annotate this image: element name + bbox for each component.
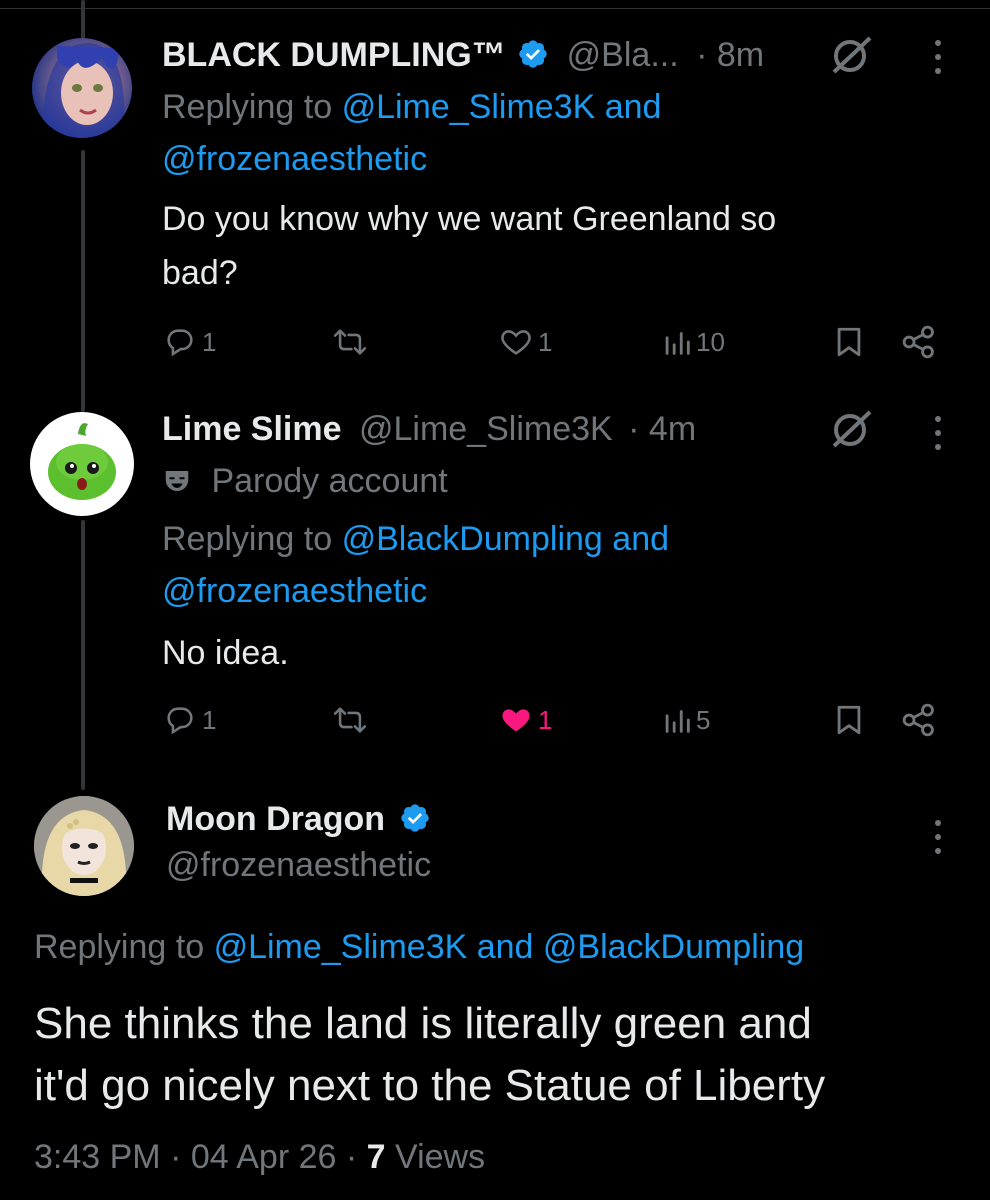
replying-to-link[interactable]: @frozenaesthetic [162,572,427,611]
more-icon[interactable] [933,40,943,80]
meta-separator: · [170,1138,191,1176]
views-count: 5 [696,704,711,735]
views-button[interactable]: 5 [662,700,710,740]
parody-badge: Parody account [162,462,448,501]
meta-separator: · [345,1138,367,1176]
retweet-icon [333,707,367,733]
avatar-image [48,423,116,500]
views-icon [665,332,690,355]
parody-mask-icon [165,471,189,491]
handle[interactable]: @frozenaesthetic [166,846,431,885]
grok-icon[interactable] [830,410,874,450]
tweet-text: it'd go nicely next to the Statue of Lib… [34,1061,826,1110]
display-name[interactable]: Moon Dragon [166,800,385,838]
tweet-text: She thinks the land is literally green a… [34,999,812,1048]
reply-icon [167,329,193,357]
thread-line [81,150,85,412]
more-icon[interactable] [933,820,943,860]
parody-label: Parody account [211,462,448,500]
retweet-button[interactable] [330,322,370,362]
header-row: Moon Dragon [166,800,431,839]
like-button[interactable]: 1 [498,322,552,362]
views-button[interactable]: 10 [662,322,725,362]
reply-button[interactable]: 1 [162,700,216,740]
retweet-button[interactable] [330,700,370,740]
like-count: 1 [538,704,553,735]
timestamp[interactable]: · 4m [628,410,696,448]
replying-to-label: Replying to [162,520,333,558]
replying-to: Replying to @Lime_Slime3K and [162,88,661,127]
share-button[interactable] [900,322,938,362]
avatar[interactable] [34,796,134,896]
views-icon [665,710,690,733]
timestamp[interactable]: · 8m [696,36,764,74]
tweet-text: bad? [162,254,238,292]
more-icon[interactable] [933,416,943,456]
bookmark-icon [837,705,861,735]
share-button[interactable] [900,700,938,740]
reply-button[interactable]: 1 [162,322,216,362]
bookmark-button[interactable] [834,322,864,362]
avatar-image [34,796,134,896]
retweet-icon [333,329,367,355]
like-icon [501,330,531,355]
like-count: 1 [538,326,553,357]
post-date[interactable]: 04 Apr 26 [191,1138,337,1176]
avatar[interactable] [30,412,134,516]
verified-badge-icon [519,40,547,68]
grok-icon[interactable] [830,36,874,76]
avatar[interactable] [32,38,132,138]
handle[interactable]: @Lime_Slime3K [359,410,613,448]
handle[interactable]: @Bla... [567,36,679,74]
tweet-text: Do you know why we want Greenland so [162,200,777,238]
reply-count: 1 [202,326,217,357]
replying-to-link[interactable]: @Lime_Slime3K and [342,88,662,126]
share-icon [902,325,934,359]
action-bar: 1 1 10 [162,322,942,362]
replying-to: Replying to @BlackDumpling and [162,520,669,559]
bookmark-icon [837,327,861,357]
thread-line [81,0,85,40]
views-count[interactable]: 7 [367,1138,386,1176]
post-time[interactable]: 3:43 PM [34,1138,161,1176]
thread-line [81,520,85,790]
like-button[interactable]: 1 [498,700,552,740]
display-name[interactable]: BLACK DUMPLING™ [162,36,506,74]
replying-to-link[interactable]: @BlackDumpling and [342,520,669,558]
replying-to-link[interactable]: @frozenaesthetic [162,140,427,179]
header-row: Lime Slime @Lime_Slime3K · 4m [162,410,696,449]
tweet-text: No idea. [162,634,289,672]
header-row: BLACK DUMPLING™ @Bla... · 8m [162,36,764,75]
verified-badge-icon [400,804,429,832]
replying-to-label: Replying to [162,88,333,126]
top-divider [0,8,990,9]
views-label[interactable]: Views [395,1138,485,1176]
action-bar: 1 1 5 [162,700,942,740]
avatar-image [42,43,125,138]
bookmark-button[interactable] [834,700,864,740]
share-icon [902,703,934,737]
display-name[interactable]: Lime Slime [162,410,342,448]
reply-count: 1 [202,704,217,735]
replying-to: Replying to @Lime_Slime3K and @BlackDump… [34,928,804,967]
tweet-meta: 3:43 PM · 04 Apr 26 · 7 Views [34,1138,485,1177]
like-icon [502,709,530,732]
replying-to-label: Replying to [34,928,205,966]
reply-icon [167,707,193,735]
views-count: 10 [696,326,725,357]
replying-to-link[interactable]: @Lime_Slime3K and @BlackDumpling [214,928,805,966]
